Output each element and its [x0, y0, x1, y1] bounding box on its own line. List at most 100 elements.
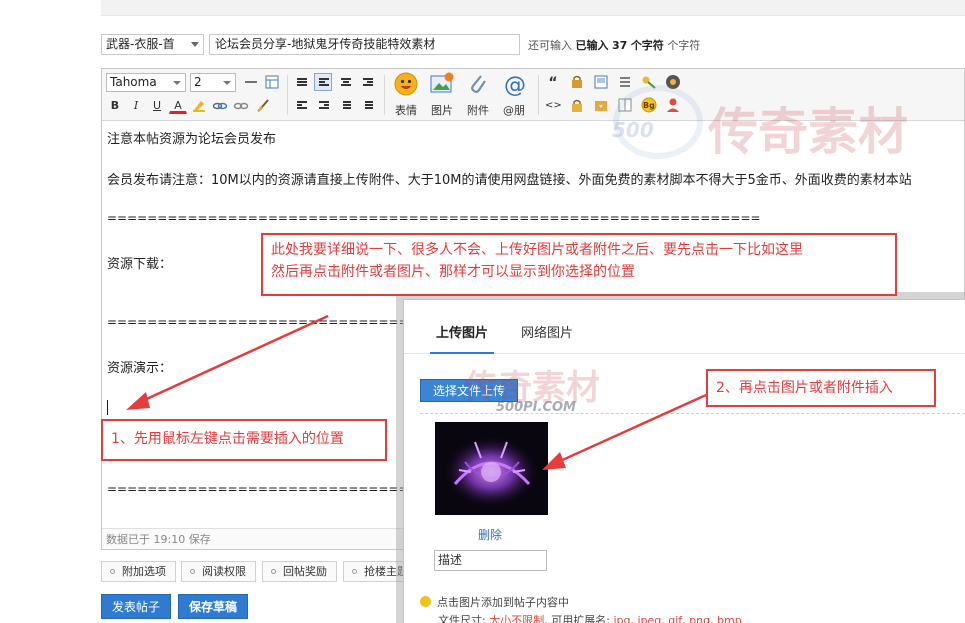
size-label: 文件尺寸:	[438, 614, 486, 623]
align-center-button[interactable]	[336, 73, 354, 91]
editor-line: 会员发布请注意：10M以内的资源请直接上传附件、大于10M的请使用网盘链接、外面…	[107, 173, 912, 188]
post-button[interactable]: 发表帖子	[101, 594, 171, 619]
list-view-button[interactable]	[616, 73, 634, 91]
char-count-suffix: 个字符	[667, 39, 701, 52]
font-size-select[interactable]: 2	[190, 73, 236, 92]
annotation-explanation: 此处我要详细说一下、很多人不会、上传好图片或者附件之后、要先点击一下比如这里 然…	[261, 233, 897, 296]
subject-value: 论坛会员分享-地狱鬼牙传奇技能特效素材	[215, 37, 436, 51]
free-content-button[interactable]	[592, 96, 610, 114]
divider	[420, 413, 965, 414]
align-left-icon	[319, 78, 329, 88]
clear-format-button[interactable]	[253, 96, 271, 114]
subject-input[interactable]: 论坛会员分享-地狱鬼牙传奇技能特效素材	[209, 34, 520, 55]
ordered-list-icon	[341, 101, 351, 111]
at-sign-icon: @	[504, 73, 526, 96]
download-box-icon	[595, 101, 607, 111]
chevron-down-icon	[223, 81, 231, 85]
bold-button[interactable]: B	[106, 96, 124, 114]
description-placeholder: 描述	[438, 553, 463, 567]
category-select[interactable]: 武器-衣服-首	[101, 34, 204, 55]
unlink-icon	[233, 102, 249, 110]
uploaded-image-thumbnail[interactable]	[435, 422, 548, 515]
page-gutter	[0, 0, 101, 623]
mention-button[interactable]: @ @朋	[496, 72, 532, 118]
font-family-select[interactable]: Tahoma	[106, 73, 186, 92]
watermark-text: 传奇素材	[708, 102, 908, 161]
link-button[interactable]	[211, 96, 229, 114]
unordered-list-button[interactable]	[358, 96, 376, 114]
font-color-button[interactable]: A	[169, 96, 187, 114]
tab-extra-options[interactable]: 附加选项	[101, 561, 176, 582]
toolbar-divider	[384, 75, 385, 115]
editor-line: 资源下载：	[107, 257, 173, 272]
editor-line: 注意本帖资源为论坛会员发布	[107, 132, 277, 147]
unlink-button[interactable]	[232, 96, 250, 114]
media-button[interactable]	[592, 73, 610, 91]
code-button[interactable]: <>	[544, 96, 562, 114]
chevron-down-icon	[191, 42, 199, 47]
align-justify-icon	[297, 78, 307, 88]
editor-line: ========================================…	[107, 211, 761, 225]
bullet-icon	[190, 569, 195, 574]
editor-line: 资源演示：	[107, 361, 173, 376]
table-button[interactable]	[263, 73, 281, 91]
align-right-button[interactable]	[358, 73, 376, 91]
underline-button[interactable]: U	[148, 96, 166, 114]
delete-image-link[interactable]: 删除	[478, 526, 502, 543]
list-arrow-icon	[620, 77, 630, 87]
category-value: 武器-衣服-首	[106, 37, 175, 51]
save-draft-button[interactable]: 保存草稿	[178, 594, 248, 619]
skill-effect-image	[435, 422, 548, 515]
hide-content-button[interactable]	[568, 73, 586, 91]
tab-upload-image[interactable]: 上传图片	[430, 314, 495, 354]
image-icon	[430, 72, 454, 93]
marker-icon	[193, 101, 205, 112]
italic-button[interactable]: I	[127, 96, 145, 114]
tab-label: 抢楼主题	[364, 565, 408, 578]
bullet-icon	[110, 569, 115, 574]
password-button[interactable]	[568, 96, 586, 114]
ext-label: 可用扩展名:	[551, 614, 610, 623]
float-left-icon	[297, 101, 307, 111]
svg-text:@: @	[504, 73, 526, 96]
popup-tabs: 上传图片 网络图片	[404, 314, 965, 354]
tab-label: 回帖奖励	[283, 565, 327, 578]
font-size-value: 2	[194, 75, 202, 89]
char-count-unit: 个字符	[630, 39, 664, 52]
mention-label: @朋	[503, 104, 525, 117]
unordered-list-icon	[363, 101, 373, 111]
tab-reply-reward[interactable]: 回帖奖励	[262, 561, 337, 582]
horizontal-rule-icon	[245, 81, 257, 83]
top-strip	[101, 0, 965, 16]
tab-label: 阅读权限	[202, 565, 246, 578]
image-description-input[interactable]: 描述	[434, 550, 547, 571]
lock-grid-icon	[572, 75, 582, 88]
float-right-button[interactable]	[314, 96, 332, 114]
float-right-icon	[319, 101, 329, 111]
toolbar-divider	[538, 75, 539, 115]
char-count-prefix: 还可输入	[528, 39, 572, 52]
chevron-down-icon	[173, 81, 181, 85]
text-caret	[107, 400, 108, 415]
file-limits: 文件尺寸: 大小不限制, 可用扩展名: jpg, jpeg, gif, png,…	[438, 612, 742, 623]
float-left-button[interactable]	[292, 96, 310, 114]
hint-text: 点击图片添加到帖子内容中	[437, 596, 569, 609]
quote-button[interactable]: “	[544, 73, 562, 91]
horizontal-rule-button[interactable]	[242, 73, 260, 91]
media-icon	[594, 75, 608, 89]
image-button[interactable]: 图片	[424, 72, 460, 118]
char-count-done: 已输入	[575, 39, 609, 52]
align-left-button[interactable]	[314, 73, 332, 91]
lightbulb-icon	[420, 596, 431, 607]
annotation-step-2: 2、再点击图片或者附件插入	[706, 369, 936, 407]
highlight-button[interactable]	[190, 96, 208, 114]
table-icon	[265, 75, 279, 89]
tab-read-permission[interactable]: 阅读权限	[181, 561, 256, 582]
emoji-button[interactable]: 表情	[388, 72, 424, 118]
attachment-button[interactable]: 附件	[460, 72, 496, 118]
tab-web-image[interactable]: 网络图片	[515, 314, 579, 354]
align-justify-button[interactable]	[292, 73, 310, 91]
font-family-value: Tahoma	[110, 75, 157, 89]
smiley-icon	[394, 72, 418, 96]
ordered-list-button[interactable]	[336, 96, 354, 114]
